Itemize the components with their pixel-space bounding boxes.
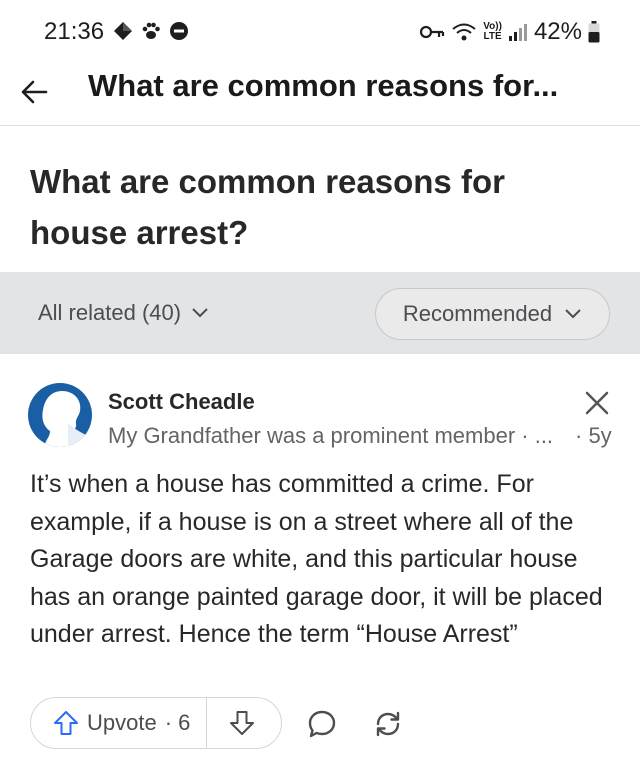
battery-percent: 42% xyxy=(533,18,582,45)
author-credential: My Grandfather was a prominent member · … xyxy=(108,423,554,448)
vote-pill: Upvote · 6 xyxy=(30,697,282,749)
question-title: What are common reasons for house arrest… xyxy=(30,163,505,251)
wifi-icon xyxy=(452,23,476,41)
header-title: What are common reasons for... xyxy=(88,68,559,103)
all-related-dropdown[interactable]: All related (40) xyxy=(38,300,209,326)
status-bar: 21:36 Vo)) LTE 42% xyxy=(0,0,640,62)
vpn-key-icon xyxy=(420,25,445,39)
back-button[interactable] xyxy=(14,72,54,112)
downvote-button[interactable] xyxy=(207,698,277,748)
filter-bar: All related (40) Recommended xyxy=(0,272,640,354)
status-time: 21:36 xyxy=(44,18,105,45)
share-button[interactable] xyxy=(371,707,405,741)
downvote-arrow-icon xyxy=(230,711,255,735)
sort-dropdown-button[interactable]: Recommended xyxy=(375,288,610,340)
share-icon xyxy=(376,711,400,737)
app-header: What are common reasons for... xyxy=(0,62,640,126)
do-not-disturb-icon xyxy=(170,22,188,40)
signal-icon xyxy=(508,24,527,41)
back-arrow-icon xyxy=(21,80,48,104)
upvote-arrow-icon xyxy=(54,711,78,735)
upvote-label: Upvote xyxy=(87,710,157,735)
chevron-down-icon xyxy=(192,308,208,318)
close-button[interactable] xyxy=(582,388,612,418)
upvote-count: · 6 xyxy=(164,710,191,735)
location-icon xyxy=(114,22,132,40)
battery-icon xyxy=(588,21,600,43)
avatar[interactable] xyxy=(28,383,92,447)
answer-body: It’s when a house has committed a crime.… xyxy=(30,470,603,648)
chevron-down-icon xyxy=(565,309,581,319)
sort-label: Recommended xyxy=(402,301,553,326)
paw-icon xyxy=(142,22,160,39)
author-silhouette xyxy=(42,391,92,447)
lte-indicator: Vo)) LTE xyxy=(483,21,502,42)
all-related-label: All related (40) xyxy=(38,300,182,325)
author-name[interactable]: Scott Cheadle xyxy=(108,389,255,415)
comment-button[interactable] xyxy=(305,707,339,741)
answer-age: · 5y xyxy=(575,423,612,448)
comment-icon xyxy=(308,710,336,738)
upvote-button[interactable]: Upvote · 6 xyxy=(31,698,208,748)
close-icon xyxy=(585,391,609,415)
